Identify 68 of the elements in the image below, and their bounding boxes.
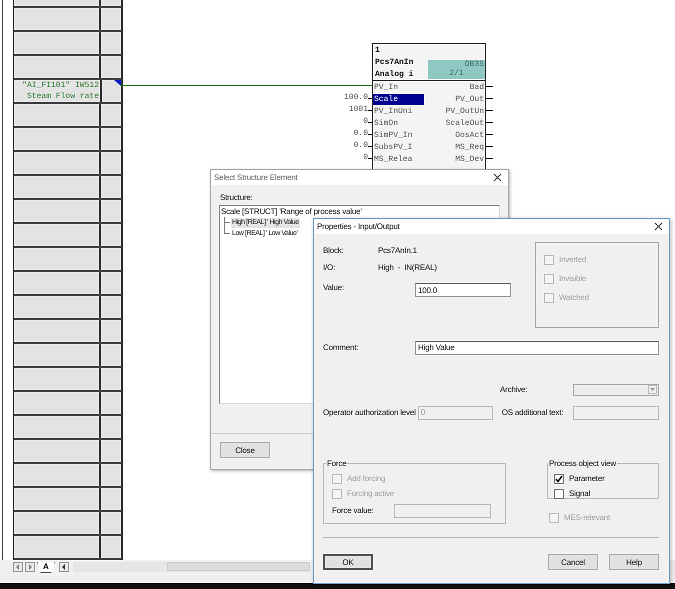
checkbox-label: Invisible [559, 274, 586, 283]
structure-label: Structure: [220, 192, 254, 204]
field-label: I/O: [323, 263, 336, 272]
block-name: Analog i [375, 69, 414, 81]
field-label: Value: [323, 282, 345, 292]
field-label: Comment: [323, 343, 360, 352]
field-label: Block: [323, 246, 345, 255]
signal-address: "AI_FI101" IW512 [22, 80, 99, 91]
output-pin[interactable]: PV_OutUn [446, 106, 485, 116]
parameter-value: 1001 [348, 105, 368, 115]
parameter-value: 100.0 [344, 93, 368, 103]
output-pin[interactable]: OosAct [455, 130, 485, 140]
authorization-field: 0 [418, 406, 493, 420]
help-button[interactable]: Help [609, 554, 659, 570]
group-title: Force [326, 459, 348, 468]
scroll-thumb[interactable] [166, 562, 310, 571]
output-pin[interactable]: PV_Out [455, 94, 485, 104]
group-title: Process object view [548, 459, 617, 468]
cancel-button[interactable]: Cancel [548, 554, 598, 570]
run-sequence: 2/1 [449, 69, 464, 78]
parameter-value: 0 [363, 153, 368, 163]
dropdown-arrow-icon [648, 385, 657, 394]
scrollbar[interactable] [72, 562, 310, 572]
tree-item[interactable]: Scale [STRUCT] 'Range of process value' [220, 207, 363, 217]
checkbox-label: Watched [559, 293, 589, 302]
dialog-title: Properties - Input/Output [317, 222, 400, 231]
checkbox[interactable] [554, 488, 564, 498]
field-label: OS additional text: [502, 408, 564, 417]
checkbox-label: Add forcing [347, 474, 386, 483]
block-type: Pcs7AnIn [375, 57, 414, 69]
checkbox-label: MES-relevant [564, 513, 610, 522]
value-field[interactable]: 100.0 [415, 283, 511, 297]
sheet-tab[interactable]: A [37, 562, 55, 573]
parameter-value: 0.0 [354, 141, 368, 151]
output-pin[interactable]: Bad [470, 82, 485, 92]
output-pin[interactable]: MS_Req [455, 142, 485, 152]
input-pin[interactable]: Scale [373, 94, 424, 104]
close-icon[interactable] [654, 222, 663, 231]
input-pin[interactable]: SimOn [373, 118, 424, 128]
input-pin[interactable]: SimPV_In [373, 130, 424, 140]
connector-marker-icon [114, 80, 121, 86]
block-number: 1 [375, 45, 381, 57]
close-button[interactable]: Close [220, 442, 270, 458]
parameter-value: 0.0 [354, 129, 368, 139]
checkbox-label: Signal [569, 489, 590, 498]
checkbox-label: Inverted [559, 255, 586, 264]
checkbox-label: Parameter [569, 474, 605, 483]
scroll-left-icon[interactable] [58, 562, 69, 572]
field-label: Archive: [500, 385, 528, 394]
io-type: High - IN(REAL) [378, 263, 437, 272]
field-label: Force value: [332, 506, 375, 515]
output-pin[interactable]: MS_Dev [455, 154, 485, 164]
field-label: Operator authorization level [323, 408, 416, 417]
ok-button[interactable]: OK [323, 554, 373, 570]
parameter-value: 0 [363, 117, 368, 127]
input-pin[interactable]: PV_In [373, 82, 424, 92]
scroll-right-icon[interactable] [25, 562, 35, 572]
checkbox-label: Forcing active [347, 489, 394, 498]
input-pin[interactable]: MS_Relea [373, 154, 424, 164]
signal-comment: Steam Flow rate [26, 91, 99, 102]
comment-field[interactable]: High Value [415, 340, 659, 354]
block-name: Pcs7AnIn.1 [378, 246, 417, 255]
checkbox[interactable] [554, 474, 564, 484]
input-pin[interactable]: PV_InUni [373, 106, 424, 116]
dialog-title: Select Structure Element [214, 173, 298, 182]
output-pin[interactable]: ScaleOut [446, 118, 485, 128]
task-name: OB35 [464, 60, 485, 69]
input-pin[interactable]: SubsPV_I [373, 142, 424, 152]
